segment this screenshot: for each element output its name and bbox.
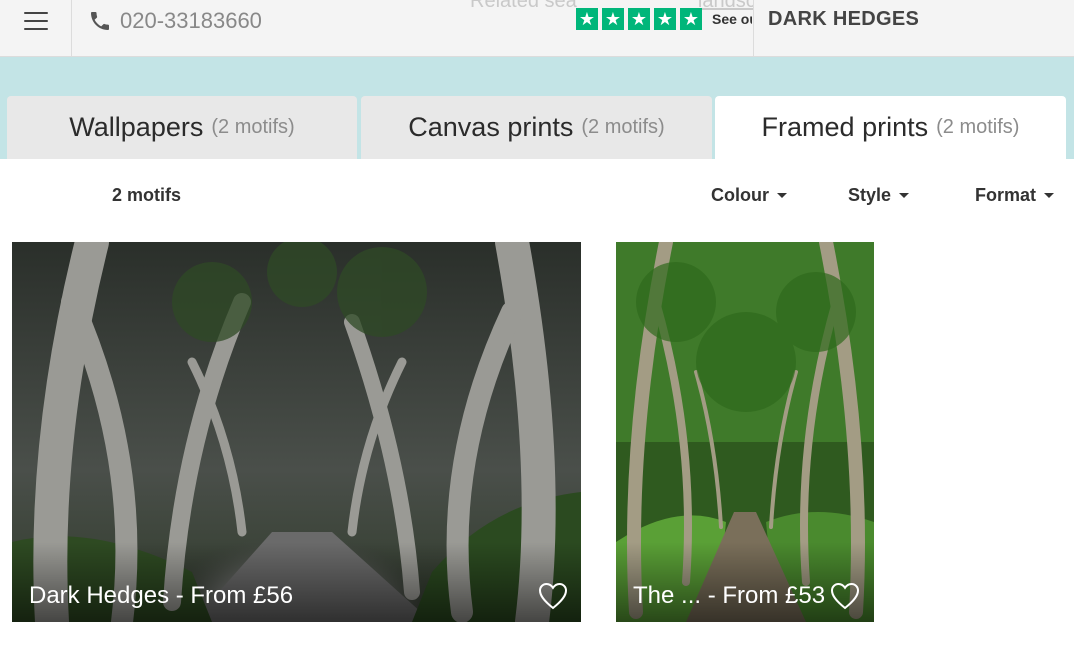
tab-count: (2 motifs) (211, 116, 295, 138)
trustpilot-text: See our (712, 11, 752, 27)
filter-style[interactable]: Style (848, 185, 910, 206)
filter-colour[interactable]: Colour (711, 185, 787, 206)
product-card[interactable]: The ... - From £53 (616, 242, 874, 622)
heart-icon[interactable] (830, 582, 860, 610)
product-card[interactable]: Dark Hedges - From £56 (12, 242, 581, 622)
heart-icon[interactable] (538, 582, 568, 610)
filter-label: Format (975, 185, 1037, 205)
trustpilot-widget[interactable]: ★ ★ ★ ★ ★ See our (576, 8, 752, 30)
filter-label: Style (848, 185, 892, 205)
page-title-box: DARK HEDGES (753, 0, 1074, 56)
phone-icon (91, 12, 109, 30)
phone-number: 020-33183660 (120, 8, 262, 33)
product-caption: The ... - From £53 (633, 582, 826, 609)
star-icon: ★ (602, 8, 624, 30)
menu-button[interactable] (0, 0, 72, 56)
tab-canvas-prints[interactable]: Canvas prints (2 motifs) (361, 96, 712, 159)
filter-label: Colour (711, 185, 769, 205)
star-icon: ★ (628, 8, 650, 30)
tab-count: (2 motifs) (581, 116, 665, 138)
related-prefix: Related sea (470, 0, 577, 12)
tab-label: Canvas prints (408, 112, 574, 142)
phone-link[interactable]: 020-33183660 (88, 8, 262, 34)
star-icon: ★ (576, 8, 598, 30)
star-icon: ★ (654, 8, 676, 30)
tab-count: (2 motifs) (936, 116, 1020, 138)
star-icon: ★ (680, 8, 702, 30)
tab-label: Wallpapers (69, 112, 204, 142)
product-caption: Dark Hedges - From £56 (29, 582, 294, 609)
tab-framed-prints[interactable]: Framed prints (2 motifs) (715, 96, 1066, 159)
filter-format[interactable]: Format (975, 185, 1055, 206)
hamburger-menu-icon (23, 12, 48, 30)
tab-wallpapers[interactable]: Wallpapers (2 motifs) (7, 96, 357, 159)
tab-label: Framed prints (761, 112, 929, 142)
caret-down-icon (1044, 193, 1055, 198)
motif-count: 2 motifs (112, 185, 182, 205)
page-title: DARK HEDGES (768, 8, 920, 30)
top-bar: 020-33183660 Related sea landscapes mist… (0, 0, 1074, 57)
caret-down-icon (899, 193, 910, 198)
caret-down-icon (777, 193, 787, 198)
